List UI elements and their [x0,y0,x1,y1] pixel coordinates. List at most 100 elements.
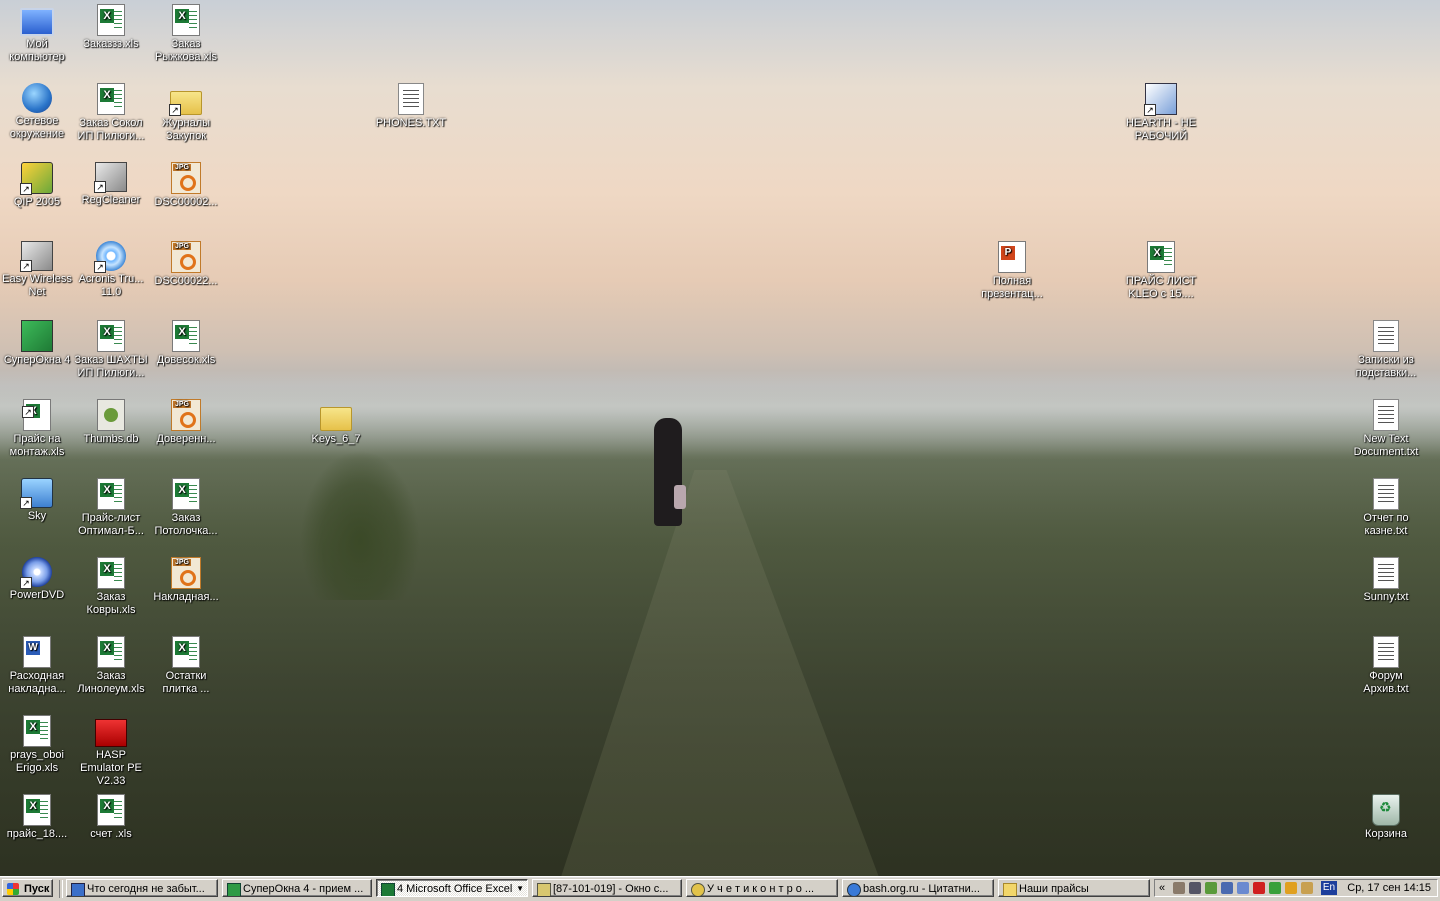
taskbar-button-excel-group[interactable]: 4 Microsoft Office Excel ▼ [376,879,528,897]
desktop-icon-label: DSC00022... [154,275,218,287]
database-file-icon [97,399,125,431]
desktop-icon-keys[interactable]: Keys_6_7 [299,399,373,446]
taskbar-button-label: [87-101-019] - Окно с... [553,883,669,895]
clock[interactable]: Ср, 17 сен 14:15 [1347,880,1431,896]
tray-tool-icon[interactable] [1301,882,1313,894]
network-icon [22,83,52,113]
wallpaper-bag [674,485,686,509]
tray-monitor-icon[interactable] [1237,882,1249,894]
desktop-icon-label: Корзина [1365,828,1407,840]
browser-icon [847,883,861,896]
desktop-icon-sky[interactable]: Sky [0,478,74,523]
desktop-icon-network[interactable]: Сетевое окружение [0,83,74,141]
desktop-icon-recycle-bin[interactable]: Корзина [1349,794,1423,841]
desktop-icon-zapiski[interactable]: Записки из подставки... [1349,320,1423,380]
desktop-icon-zakazzz[interactable]: Заказзз.xls [74,4,148,51]
desktop-icon-doverenn[interactable]: Доверенн... [149,399,223,446]
jpg-file-icon [171,241,201,273]
desktop-icon-polnaya-prezentaciya[interactable]: Полная презентац... [975,241,1049,301]
desktop-icon-label: Полная презентац... [981,275,1043,300]
taskbar-button-superokna[interactable]: СуперОкна 4 - прием ... [222,879,372,897]
desktop-icon-label: ПРАЙС ЛИСТ KLEO с 15.... [1125,275,1197,300]
desktop-icon-zakaz-kovry[interactable]: Заказ Ковры.xls [74,557,148,617]
tray-chart-icon[interactable] [1285,882,1297,894]
desktop-icon-hasp[interactable]: HASP Emulator PE V2.33 [74,715,148,788]
tray-flower-icon[interactable] [1205,882,1217,894]
tray-antivirus-icon[interactable] [1253,882,1265,894]
excel-file-icon [97,636,125,668]
text-file-icon [1373,320,1399,352]
desktop-icon-label: Сетевое окружение [9,115,65,140]
computer-icon [20,8,54,36]
desktop-icon-prays-oboi[interactable]: prays_oboi Erigo.xls [0,715,74,775]
taskbar-button-bash[interactable]: bash.org.ru - Цитатни... [842,879,994,897]
desktop-icon-phones-txt[interactable]: PHONES.TXT [374,83,448,130]
desktop-icon-label: DSC00002... [154,196,218,208]
taskbar-button-uchet[interactable]: У ч е т и к о н т р о ... [686,879,838,897]
desktop-icon-qip[interactable]: QIP 2005 [0,162,74,209]
excel-file-icon [172,320,200,352]
desktop-icon-zakaz-potolochka[interactable]: Заказ Потолочка... [149,478,223,538]
desktop-icon-label: Доверенн... [156,433,216,445]
taskbar-button-okno[interactable]: [87-101-019] - Окно с... [532,879,682,897]
tray-network-icon[interactable] [1221,882,1233,894]
desktop-icon-schet[interactable]: счет .xls [74,794,148,841]
desktop-icon-price-kleo[interactable]: ПРАЙС ЛИСТ KLEO с 15.... [1124,241,1198,301]
desktop-icon-acronis[interactable]: Acronis Tru... 11.0 [74,241,148,299]
dropdown-arrow-icon: ▼ [516,884,524,893]
taskbar-button-nashi-praisy[interactable]: Наши прайсы [998,879,1150,897]
desktop-icon-zakaz-shahty[interactable]: Заказ ШАХТЫ ИП Пилюги... [74,320,148,380]
folder-icon [1003,883,1017,896]
desktop-icon-label: Заказ Ковры.xls [86,591,136,616]
excel-icon [381,883,395,896]
desktop-icon-sunny[interactable]: Sunny.txt [1349,557,1423,604]
tray-expand-chevron[interactable]: « [1159,880,1165,896]
desktop-icon-ostatki[interactable]: Остатки плитка ... [149,636,223,696]
excel-file-icon [23,715,51,747]
desktop-icon-zakaz-linoleum[interactable]: Заказ Линолеум.xls [74,636,148,696]
desktop-icon-thumbs-db[interactable]: Thumbs.db [74,399,148,446]
desktop-icon-forum-arhiv[interactable]: Форум Архив.txt [1349,636,1423,696]
desktop-icon-label: Sunny.txt [1363,591,1409,603]
desktop-icon-label: Расходная накладна... [8,670,66,695]
acronis-icon [94,241,126,273]
wallpaper-person [654,418,682,526]
taskbar-button-label: 4 Microsoft Office Excel [397,883,513,895]
excel-file-icon [97,557,125,589]
desktop-icon-hearth[interactable]: HEARTH - НЕ РАБОЧИЙ [1124,83,1198,143]
desktop-icon-easy-wireless[interactable]: Easy Wireless Net [0,241,74,299]
desktop-icon-price-montage[interactable]: Прайс на монтаж.xls [0,399,74,459]
desktop-icon-label: prays_oboi Erigo.xls [10,749,64,774]
tray-messenger-icon[interactable] [1269,882,1281,894]
desktop-icon-dsc00022[interactable]: DSC00022... [149,241,223,288]
window-icon [71,883,85,896]
tray-app-icon[interactable] [1189,882,1201,894]
desktop-icon-otchet-kazne[interactable]: Отчет по казне.txt [1349,478,1423,538]
superokna-icon [227,883,241,896]
desktop-icon-nakladnaya[interactable]: Накладная... [149,557,223,604]
taskbar-button-label: У ч е т и к о н т р о ... [707,883,815,895]
language-indicator[interactable]: En [1321,881,1337,895]
desktop-icon-powerdvd[interactable]: PowerDVD [0,557,74,602]
desktop-icon-rashodnaya[interactable]: Расходная накладна... [0,636,74,696]
taskbar: Пуск Что сегодня не забыт... СуперОкна 4… [0,876,1440,901]
excel-file-icon [97,478,125,510]
desktop-icon-price-optimal[interactable]: Прайс-лист Оптимал-Б... [74,478,148,538]
desktop-icon-zakaz-sokol[interactable]: Заказ Сокол ИП Пилюги... [74,83,148,143]
desktop-icon-new-text-document[interactable]: New Text Document.txt [1349,399,1423,459]
desktop-icon-superokna[interactable]: СуперОкна 4 [0,320,74,367]
taskbar-button-reminder[interactable]: Что сегодня не забыт... [66,879,218,897]
desktop-icon-zhurnaly[interactable]: Журналы Закупок [149,83,223,143]
desktop-icon-prais-18[interactable]: прайс_18.... [0,794,74,841]
desktop-icon-label: Прайс-лист Оптимал-Б... [78,512,144,537]
tray-animal-icon[interactable] [1173,882,1185,894]
excel-file-icon [1147,241,1175,273]
desktop-icon-dovesok[interactable]: Довесок.xls [149,320,223,367]
desktop-icon-my-computer[interactable]: Мой компьютер [0,4,74,64]
dvd-icon [20,557,52,589]
desktop-icon-dsc00002[interactable]: DSC00002... [149,162,223,209]
desktop-icon-regcleaner[interactable]: RegCleaner [74,162,148,207]
excel-file-icon [22,399,51,431]
desktop-icon-zakaz-ryzhkova[interactable]: Заказ Рыжкова.xls [149,4,223,64]
start-button[interactable]: Пуск [2,879,53,897]
